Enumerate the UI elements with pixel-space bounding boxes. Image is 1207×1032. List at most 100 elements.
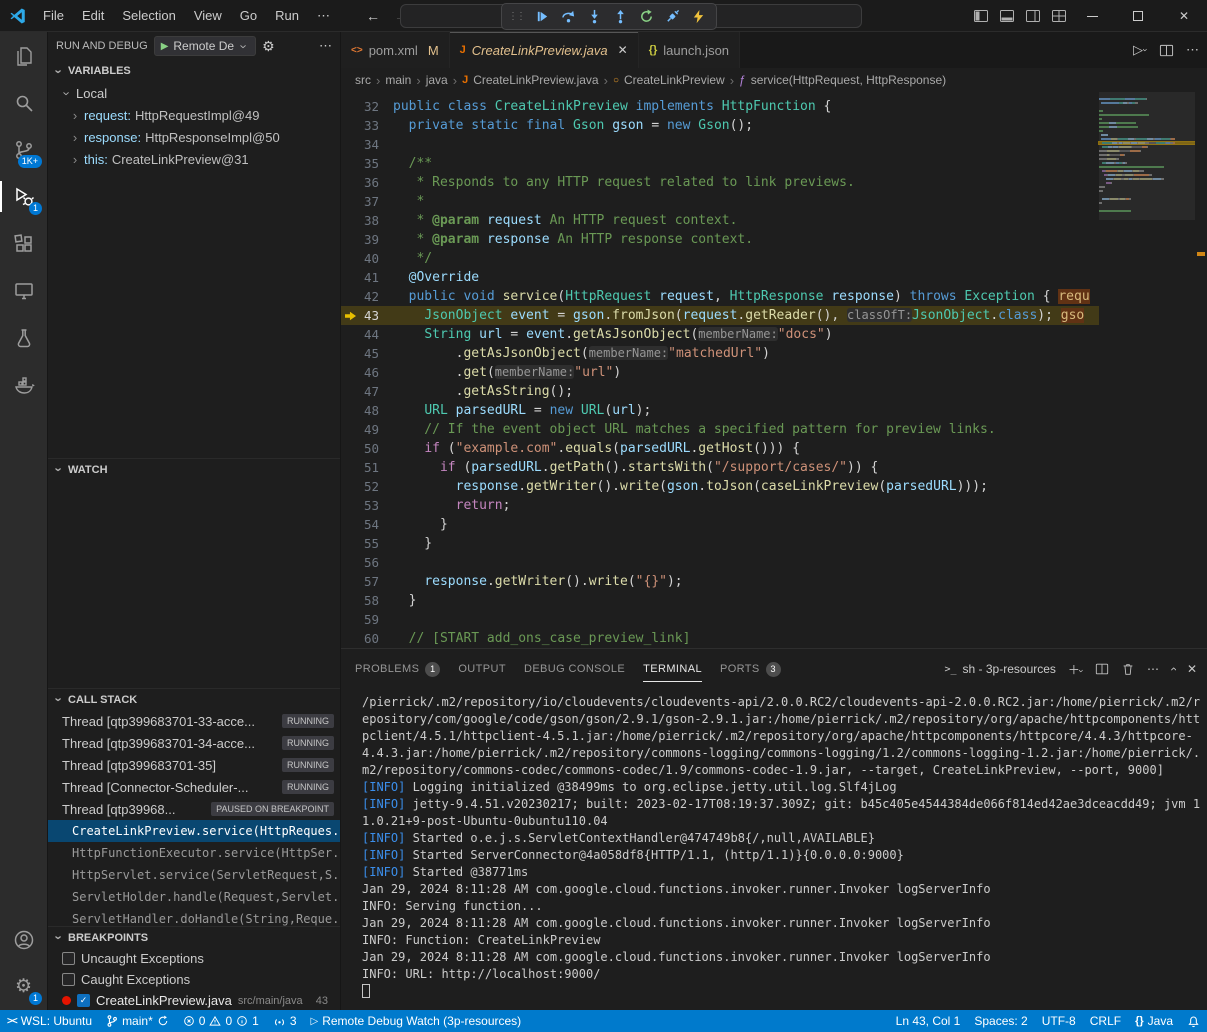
breadcrumb-file[interactable]: CreateLinkPreview.java [473, 73, 598, 87]
split-terminal-icon[interactable] [1095, 662, 1109, 676]
code-line-45[interactable]: 45 .getAsJsonObject(memberName:"matchedU… [341, 344, 1207, 363]
breakpoint-checkbox[interactable] [62, 973, 75, 986]
code-line-55[interactable]: 55 } [341, 534, 1207, 553]
variables-header[interactable]: › VARIABLES [48, 60, 340, 82]
callstack-thread[interactable]: Thread [qtp399683701-35]RUNNING [48, 754, 340, 776]
menu-file[interactable]: File [35, 5, 72, 27]
search-icon[interactable] [0, 79, 47, 126]
gutter-33[interactable]: 33 [341, 116, 393, 135]
debug-status-item[interactable]: ▷ Remote Debug Watch (3p-resources) [304, 1010, 529, 1032]
code-line-47[interactable]: 47 .getAsString(); [341, 382, 1207, 401]
toggle-secondary-sidebar-icon[interactable] [1025, 8, 1041, 24]
breakpoints-header[interactable]: › BREAKPOINTS [48, 926, 340, 948]
menu-edit[interactable]: Edit [74, 5, 112, 27]
customize-layout-icon[interactable] [1051, 8, 1067, 24]
run-and-debug-icon[interactable]: 1 [0, 173, 47, 220]
close-tab-icon[interactable]: ✕ [618, 43, 628, 57]
callstack-frame[interactable]: ServletHolder.handle(Request,Servlet... [48, 886, 340, 908]
callstack-thread[interactable]: Thread [Connector-Scheduler-...RUNNING [48, 776, 340, 798]
code-line-36[interactable]: 36 * Responds to any HTTP request relate… [341, 173, 1207, 192]
testing-icon[interactable] [0, 314, 47, 361]
breakpoint-row[interactable]: ✓CreateLinkPreview.javasrc/main/java43 [48, 990, 340, 1010]
step-over-icon[interactable] [556, 6, 580, 28]
code-line-48[interactable]: 48 URL parsedURL = new URL(url); [341, 401, 1207, 420]
code-line-51[interactable]: 51 if (parsedURL.getPath().startsWith("/… [341, 458, 1207, 477]
explorer-icon[interactable] [0, 32, 47, 79]
cursor-position[interactable]: Ln 43, Col 1 [889, 1010, 968, 1032]
gutter-56[interactable]: 56 [341, 553, 393, 572]
tab-CreateLinkPreview-java[interactable]: JCreateLinkPreview.java✕ [450, 32, 639, 68]
launch-config-dropdown[interactable]: ▶ Remote De › [154, 36, 256, 56]
gutter-60[interactable]: 60 [341, 629, 393, 648]
breadcrumb-class[interactable]: CreateLinkPreview [624, 73, 725, 87]
gutter-57[interactable]: 57 [341, 572, 393, 591]
kill-terminal-trash-icon[interactable] [1121, 662, 1135, 676]
close-panel-icon[interactable]: ✕ [1187, 662, 1197, 676]
panel-more-icon[interactable]: ⋯ [1147, 662, 1159, 676]
extensions-icon[interactable] [0, 220, 47, 267]
new-terminal-icon[interactable]: ＋› [1068, 661, 1083, 678]
gutter-48[interactable]: 48 [341, 401, 393, 420]
gutter-38[interactable]: 38 [341, 211, 393, 230]
call-stack-header[interactable]: › CALL STACK [48, 688, 340, 710]
tab-launch-json[interactable]: {}launch.json [639, 32, 740, 68]
editor-more-icon[interactable]: ⋯ [1186, 42, 1199, 58]
terminal-output[interactable]: /pierrick/.m2/repository/io/cloudevents/… [341, 689, 1207, 1010]
breakpoint-row[interactable]: Caught Exceptions [48, 969, 340, 990]
menu-more[interactable]: ⋯ [309, 5, 338, 27]
code-line-35[interactable]: 35 /** [341, 154, 1207, 173]
code-line-42[interactable]: 42 public void service(HttpRequest reque… [341, 287, 1207, 306]
callstack-thread[interactable]: Thread [qtp39968...PAUSED ON BREAKPOINT [48, 798, 340, 820]
step-into-icon[interactable] [582, 6, 606, 28]
command-center[interactable]: ⋮⋮ [400, 4, 862, 28]
callstack-frame[interactable]: HttpServlet.service(ServletRequest,S... [48, 864, 340, 886]
gutter-53[interactable]: 53 [341, 496, 393, 515]
menu-go[interactable]: Go [232, 5, 265, 27]
code-line-39[interactable]: 39 * @param response An HTTP response co… [341, 230, 1207, 249]
terminal-selector[interactable]: >_ sh - 3p-resources [945, 662, 1056, 676]
gutter-44[interactable]: 44 [341, 325, 393, 344]
start-debug-icon[interactable]: ▶ [161, 41, 169, 52]
panel-tab-ports[interactable]: PORTS3 [720, 656, 781, 682]
code-line-50[interactable]: 50 if ("example.com".equals(parsedURL.ge… [341, 439, 1207, 458]
panel-tab-debug-console[interactable]: DEBUG CONSOLE [524, 656, 625, 682]
run-java-button[interactable]: ▷› [1133, 42, 1147, 58]
restart-icon[interactable] [634, 6, 658, 28]
sidebar-more-icon[interactable]: ⋯ [319, 38, 332, 54]
code-line-38[interactable]: 38 * @param request An HTTP request cont… [341, 211, 1207, 230]
notifications-bell[interactable] [1180, 1010, 1207, 1032]
code-line-53[interactable]: 53 return; [341, 496, 1207, 515]
gutter-52[interactable]: 52 [341, 477, 393, 496]
variable-request[interactable]: ›request:HttpRequestImpl@49 [48, 104, 340, 126]
disconnect-icon[interactable] [660, 6, 684, 28]
code-line-52[interactable]: 52 response.getWriter().write(gson.toJso… [341, 477, 1207, 496]
code-line-44[interactable]: 44 String url = event.getAsJsonObject(me… [341, 325, 1207, 344]
code-line-49[interactable]: 49 // If the event object URL matches a … [341, 420, 1207, 439]
gutter-36[interactable]: 36 [341, 173, 393, 192]
forwarded-ports-item[interactable]: 3 [266, 1010, 304, 1032]
panel-tab-problems[interactable]: PROBLEMS1 [355, 656, 440, 682]
panel-tab-output[interactable]: OUTPUT [458, 656, 506, 682]
gutter-40[interactable]: 40 [341, 249, 393, 268]
breakpoint-checkbox[interactable]: ✓ [77, 994, 90, 1007]
split-editor-icon[interactable] [1159, 43, 1174, 58]
minimap[interactable] [1099, 92, 1195, 648]
drag-handle-icon[interactable]: ⋮⋮ [508, 11, 524, 22]
git-branch-item[interactable]: main* [99, 1010, 176, 1032]
code-line-32[interactable]: 32public class CreateLinkPreview impleme… [341, 97, 1207, 116]
gutter-54[interactable]: 54 [341, 515, 393, 534]
gutter-50[interactable]: 50 [341, 439, 393, 458]
docker-icon[interactable] [0, 361, 47, 408]
code-line-41[interactable]: 41 @Override [341, 268, 1207, 287]
maximize-panel-icon[interactable]: › [1166, 667, 1180, 671]
remote-explorer-icon[interactable] [0, 267, 47, 314]
gutter-51[interactable]: 51 [341, 458, 393, 477]
continue-icon[interactable] [530, 6, 554, 28]
toggle-panel-icon[interactable] [999, 8, 1015, 24]
gutter-58[interactable]: 58 [341, 591, 393, 610]
accounts-icon[interactable] [0, 916, 47, 963]
gutter-42[interactable]: 42 [341, 287, 393, 306]
menu-view[interactable]: View [186, 5, 230, 27]
breadcrumb-java[interactable]: java [426, 73, 448, 87]
code-line-40[interactable]: 40 */ [341, 249, 1207, 268]
